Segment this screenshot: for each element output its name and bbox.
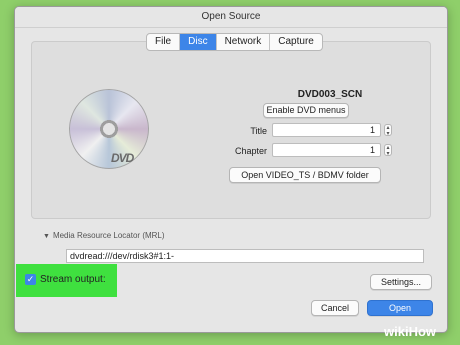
chapter-label: Chapter <box>234 146 267 156</box>
settings-button[interactable]: Settings... <box>370 274 432 290</box>
dvd-logo: DVD <box>111 151 134 165</box>
title-label: Title <box>250 126 267 136</box>
title-stepper[interactable]: ▴ ▾ <box>384 124 392 137</box>
disclosure-triangle-icon: ▼ <box>43 233 50 240</box>
tab-disc[interactable]: Disc <box>180 34 217 50</box>
window-title: Open Source <box>15 7 447 28</box>
open-video-ts-folder-button[interactable]: Open VIDEO_TS / BDMV folder <box>229 167 381 183</box>
mrl-label: Media Resource Locator (MRL) <box>52 231 165 240</box>
stream-output-label: Stream output: <box>40 274 106 285</box>
stream-output-checkbox[interactable]: ✓ Stream output: <box>25 274 106 285</box>
mrl-field[interactable]: dvdread:///dev/rdisk3#1:1- <box>66 249 424 263</box>
source-tabs: File Disc Network Capture <box>146 33 323 51</box>
tab-file[interactable]: File <box>147 34 181 50</box>
tab-network[interactable]: Network <box>217 34 271 50</box>
title-field[interactable]: 1 <box>272 123 381 137</box>
mrl-disclosure[interactable]: ▼ Media Resource Locator (MRL) <box>43 231 165 240</box>
checkmark-icon[interactable]: ✓ <box>25 274 36 285</box>
open-button[interactable]: Open <box>367 300 433 316</box>
enable-dvd-menus-button[interactable]: Enable DVD menus <box>263 103 349 118</box>
chapter-stepper[interactable]: ▴ ▾ <box>384 144 392 157</box>
dvd-disc-icon <box>69 89 149 169</box>
chapter-field[interactable]: 1 <box>272 143 381 157</box>
wikihow-watermark: wikiHow <box>384 324 437 339</box>
tab-capture[interactable]: Capture <box>270 34 322 50</box>
disc-name: DVD003_SCN <box>297 89 363 100</box>
cancel-button[interactable]: Cancel <box>311 300 359 316</box>
